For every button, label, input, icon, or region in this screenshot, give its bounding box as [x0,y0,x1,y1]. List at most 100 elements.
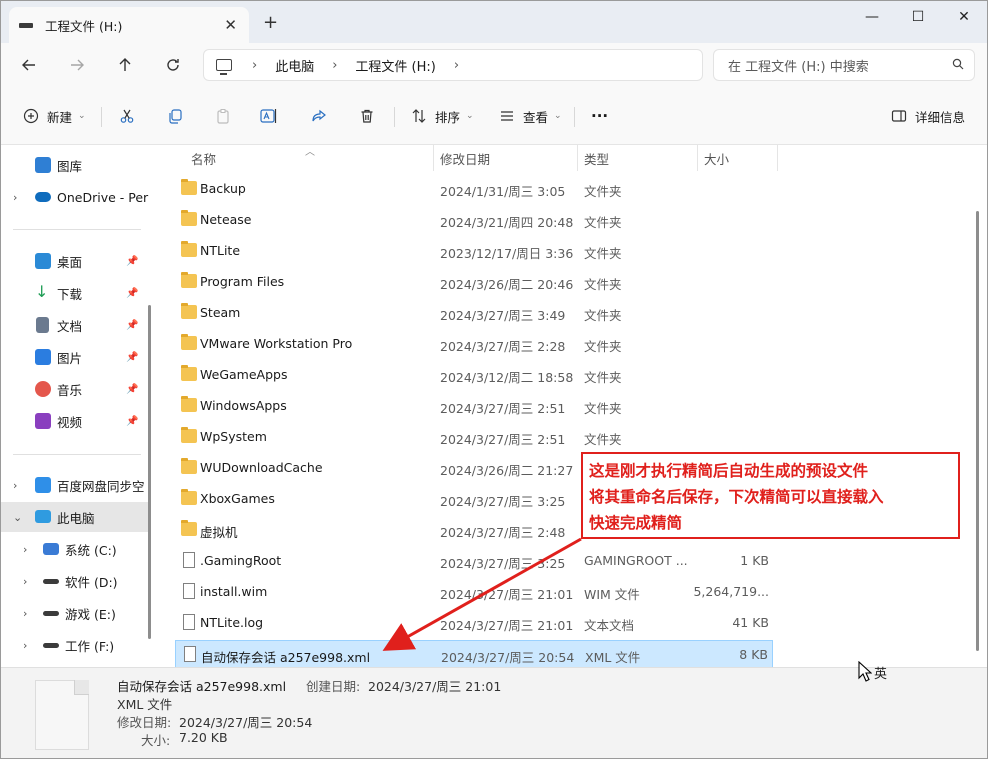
sidebar-item-drive-d[interactable]: › 软件 (D:) [1,566,151,596]
column-divider[interactable] [577,145,578,171]
paste-button[interactable] [213,105,233,127]
video-icon [35,413,51,429]
chevron-right-icon[interactable]: › [23,639,27,652]
copy-button[interactable] [165,105,185,127]
chevron-down-icon[interactable]: ⌄ [13,511,22,524]
pin-icon[interactable]: 📌 [126,352,138,363]
column-header-name[interactable]: 名称 ︿ [191,145,431,171]
share-button[interactable] [309,105,329,127]
file-size: 5,264,719... [693,584,769,599]
file-name: NTLite [200,243,241,258]
sidebar-item-pictures[interactable]: 图片 📌 [1,342,151,372]
details-filename: 自动保存会话 a257e998.xml [117,679,287,694]
tab-close-button[interactable]: ✕ [224,16,237,34]
chevron-right-icon: › [252,57,258,73]
details-created-value: 2024/3/27/周三 21:01 [368,679,502,694]
chevron-right-icon[interactable]: › [13,479,17,492]
sidebar-item-music[interactable]: 音乐 📌 [1,374,151,404]
view-list-icon [497,106,517,126]
chevron-right-icon[interactable]: › [23,543,27,556]
file-date: 2024/3/27/周三 2:48 [440,525,566,540]
pin-icon[interactable]: 📌 [126,320,138,331]
file-name: WindowsApps [200,398,287,413]
column-divider[interactable] [777,145,778,171]
folder-row[interactable]: Backup 2024/1/31/周三 3:05 文件夹 [175,175,773,203]
sidebar-item-desktop[interactable]: 桌面 📌 [1,246,151,276]
pin-icon[interactable]: 📌 [126,256,138,267]
column-header-date[interactable]: 修改日期 [440,145,490,171]
computer-icon [216,59,232,75]
minimize-button[interactable]: — [849,1,895,33]
up-button[interactable] [111,52,139,78]
column-header-type[interactable]: 类型 [584,145,609,171]
forward-button[interactable] [63,52,91,78]
sidebar-item-drive-e[interactable]: › 游戏 (E:) [1,598,151,628]
folder-row[interactable]: WpSystem 2024/3/27/周三 2:51 文件夹 [175,423,773,451]
column-divider[interactable] [433,145,434,171]
sidebar-item-gallery[interactable]: 图库 [1,150,151,180]
clipboard-icon [213,106,233,126]
delete-button[interactable] [357,105,377,127]
close-button[interactable]: ✕ [941,1,987,33]
pin-icon[interactable]: 📌 [126,288,138,299]
breadcrumb-drive-h[interactable]: 工程文件 (H:) [355,56,435,75]
file-name: WUDownloadCache [200,460,323,475]
chevron-right-icon[interactable]: › [23,575,27,588]
new-tab-button[interactable]: + [263,12,278,33]
file-type: GAMINGROOT ... [584,553,688,568]
file-size: 1 KB [740,553,769,568]
chevron-right-icon[interactable]: › [23,607,27,620]
rename-button[interactable] [259,105,279,127]
drive-icon [43,579,59,584]
column-divider[interactable] [697,145,698,171]
chevron-right-icon[interactable]: › [13,191,17,204]
sort-button[interactable]: 排序 ⌄ [409,105,474,127]
file-row[interactable]: NTLite.log 2024/3/27/周三 21:01 文本文档 41 KB [175,609,773,637]
file-name: Program Files [200,274,285,289]
pin-icon[interactable]: 📌 [126,384,138,395]
sidebar-item-videos[interactable]: 视频 📌 [1,406,151,436]
folder-row[interactable]: WeGameApps 2024/3/12/周二 18:58 文件夹 [175,361,773,389]
search-input[interactable]: 在 工程文件 (H:) 中搜索 [713,49,975,81]
details-pane-button[interactable]: 详细信息 [889,105,965,127]
view-button[interactable]: 查看 ⌄ [497,105,562,127]
file-list-scrollbar[interactable] [976,211,979,651]
folder-row[interactable]: NTLite 2023/12/17/周日 3:36 文件夹 [175,237,773,265]
sidebar-item-drive-f[interactable]: › 工作 (F:) [1,630,151,660]
folder-row[interactable]: Program Files 2024/3/26/周二 20:46 文件夹 [175,268,773,296]
maximize-button[interactable]: ☐ [895,1,941,33]
column-header-size[interactable]: 大小 [704,145,729,171]
breadcrumb-this-pc[interactable]: 此电脑 [275,56,314,75]
sidebar-item-drive-c[interactable]: › 系统 (C:) [1,534,151,564]
more-options-button[interactable]: ··· [591,105,608,127]
sidebar-scrollbar[interactable] [148,305,151,639]
sidebar-item-baidu-sync[interactable]: › 百度网盘同步空 [1,470,151,500]
mouse-cursor-icon [858,661,872,682]
back-button[interactable] [15,52,43,78]
file-name: Backup [200,181,246,196]
folder-row[interactable]: VMware Workstation Pro 2024/3/27/周三 2:28 文… [175,330,773,358]
tab-title: 工程文件 (H:) [45,18,123,34]
new-button[interactable]: 新建 ⌄ [21,105,86,127]
sidebar-item-documents[interactable]: 文档 📌 [1,310,151,340]
file-row[interactable]: install.wim 2024/3/27/周三 21:01 WIM 文件 5,264… [175,578,773,606]
address-bar[interactable]: › 此电脑 › 工程文件 (H:) › [203,49,703,81]
folder-row[interactable]: WindowsApps 2024/3/27/周三 2:51 文件夹 [175,392,773,420]
tab-current[interactable]: 工程文件 (H:) ✕ [9,7,249,43]
file-row[interactable]: 自动保存会话 a257e998.xml 2024/3/27/周三 20:54 XML… [175,640,773,668]
file-date: 2024/3/27/周三 3:25 [440,556,566,571]
folder-row[interactable]: Steam 2024/3/27/周三 3:49 文件夹 [175,299,773,327]
file-row[interactable]: .GamingRoot 2024/3/27/周三 3:25 GAMINGROOT .… [175,547,773,575]
title-bar: 工程文件 (H:) ✕ + — ☐ ✕ [1,1,987,43]
sidebar-item-downloads[interactable]: ↓ 下载 📌 [1,278,151,308]
chevron-right-icon[interactable]: › [454,58,459,73]
pin-icon[interactable]: 📌 [126,416,138,427]
ime-indicator[interactable]: 英 [874,663,887,682]
file-icon [184,646,196,662]
sidebar-item-this-pc[interactable]: ⌄ 此电脑 [1,502,151,532]
cut-button[interactable] [117,105,137,127]
folder-icon [181,489,197,505]
folder-row[interactable]: Netease 2024/3/21/周四 20:48 文件夹 [175,206,773,234]
refresh-button[interactable] [159,52,187,78]
sidebar-item-onedrive[interactable]: › OneDrive - Per [1,182,151,212]
